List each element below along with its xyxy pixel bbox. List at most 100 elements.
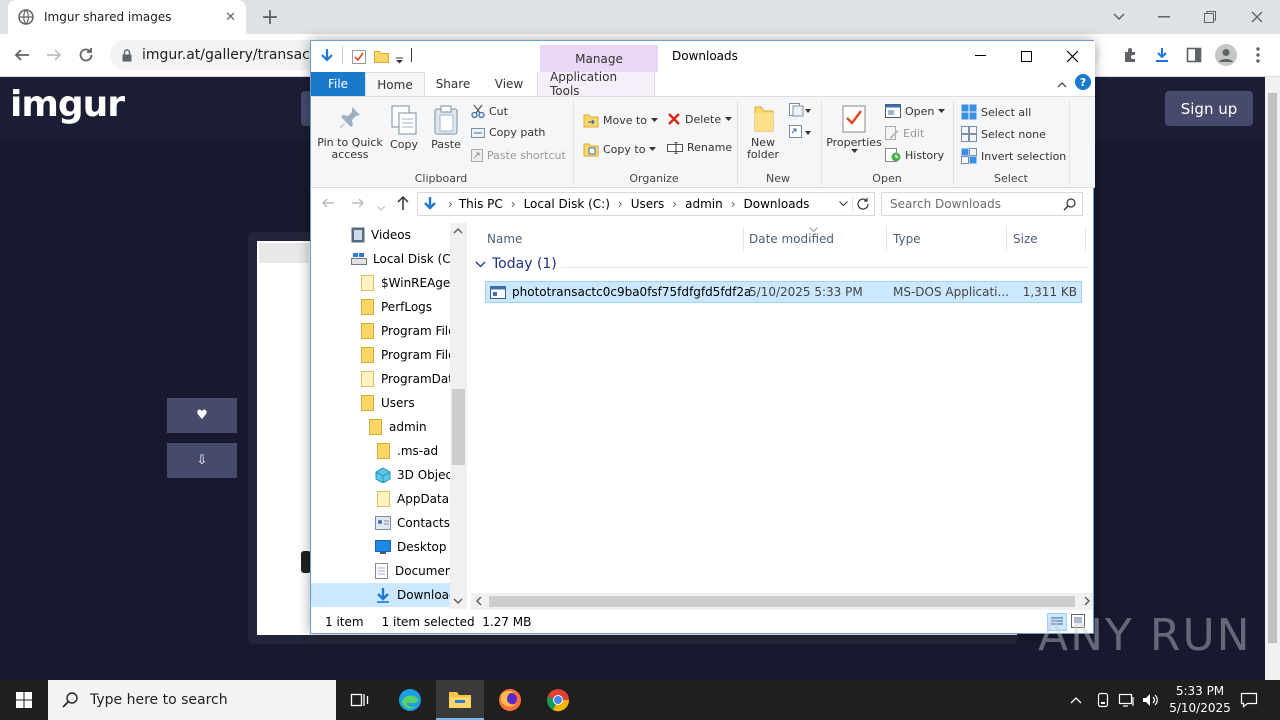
move-to-button[interactable]: Move to bbox=[583, 112, 659, 128]
copy-path-button[interactable]: Copy path bbox=[471, 126, 545, 139]
tab-view[interactable]: View bbox=[481, 72, 537, 96]
file-explorer-taskbar-button[interactable] bbox=[436, 680, 484, 720]
column-date-modified[interactable]: Date modified bbox=[749, 227, 834, 251]
firefox-taskbar-button[interactable] bbox=[486, 680, 534, 720]
tab-search-icon[interactable] bbox=[1105, 3, 1133, 31]
nav-desktop[interactable]: Desktop bbox=[375, 535, 447, 559]
edit-button[interactable]: Edit bbox=[885, 126, 924, 140]
easy-access-button[interactable] bbox=[789, 125, 811, 139]
forward-icon[interactable] bbox=[40, 41, 68, 69]
taskbar-search-box[interactable]: Type here to search bbox=[48, 680, 336, 720]
new-folder-quick-icon[interactable] bbox=[374, 49, 389, 66]
extensions-icon[interactable] bbox=[1116, 41, 1144, 69]
delete-button[interactable]: Delete bbox=[667, 112, 733, 126]
up-one-level-icon[interactable] bbox=[396, 195, 410, 214]
nav-local-disk[interactable]: Local Disk (C:) bbox=[351, 247, 459, 271]
page-scrollbar[interactable] bbox=[1265, 77, 1280, 680]
customize-quick-access-icon[interactable] bbox=[395, 53, 404, 67]
nav-videos[interactable]: Videos bbox=[351, 223, 411, 247]
quick-access-downloads-icon[interactable] bbox=[319, 48, 335, 67]
explorer-close-icon[interactable] bbox=[1049, 41, 1095, 71]
volume-icon[interactable] bbox=[1142, 680, 1160, 720]
new-tab-button[interactable]: + bbox=[256, 3, 284, 31]
breadcrumb-this-pc[interactable]: This PC bbox=[459, 197, 503, 211]
nav-back-icon[interactable] bbox=[321, 196, 335, 213]
search-downloads-input[interactable]: Search Downloads bbox=[881, 192, 1083, 216]
copy-button[interactable]: Copy bbox=[385, 105, 423, 151]
close-browser-icon[interactable] bbox=[1243, 3, 1271, 31]
scroll-down-icon[interactable] bbox=[453, 598, 463, 604]
system-clock[interactable]: 5:33 PM 5/10/2025 bbox=[1160, 683, 1240, 717]
explorer-minimize-icon[interactable] bbox=[957, 41, 1003, 71]
collapse-ribbon-icon[interactable] bbox=[1057, 77, 1067, 91]
file-list-horizontal-scrollbar[interactable] bbox=[471, 593, 1093, 610]
scroll-left-icon[interactable] bbox=[476, 596, 482, 606]
new-folder-button[interactable]: New folder bbox=[743, 105, 783, 161]
nav-contacts[interactable]: Contacts bbox=[375, 511, 450, 535]
breadcrumb-local-disk[interactable]: Local Disk (C:) bbox=[524, 197, 610, 211]
nav-winreagent[interactable]: $WinREAgent bbox=[361, 271, 463, 295]
browser-tab[interactable]: Imgur shared images ✕ bbox=[8, 0, 246, 34]
scroll-up-icon[interactable] bbox=[453, 228, 463, 234]
tab-file[interactable]: File bbox=[311, 72, 365, 96]
sign-up-button[interactable]: Sign up bbox=[1165, 91, 1253, 126]
restore-browser-icon[interactable] bbox=[1196, 3, 1224, 31]
nav-forward-icon[interactable] bbox=[351, 196, 365, 213]
show-hidden-icons-button[interactable] bbox=[1070, 680, 1082, 720]
breadcrumb-users[interactable]: Users bbox=[631, 197, 665, 211]
breadcrumb-downloads[interactable]: Downloads bbox=[744, 197, 810, 211]
nav-programdata[interactable]: ProgramData bbox=[361, 367, 460, 391]
upvote-button[interactable]: ♥ bbox=[167, 398, 237, 433]
notifications-button[interactable] bbox=[1234, 680, 1264, 720]
download-post-button[interactable]: ⇩ bbox=[167, 443, 237, 478]
nav-program-files[interactable]: Program Files bbox=[361, 319, 462, 343]
nav-appdata[interactable]: AppData bbox=[377, 487, 449, 511]
nav-users[interactable]: Users bbox=[361, 391, 415, 415]
paste-button[interactable]: Paste bbox=[427, 105, 465, 151]
nav-perflogs[interactable]: PerfLogs bbox=[361, 295, 432, 319]
menu-icon[interactable] bbox=[1244, 41, 1272, 69]
close-tab-icon[interactable]: ✕ bbox=[225, 10, 236, 25]
nav-downloads[interactable]: Downloads bbox=[311, 583, 463, 607]
history-button[interactable]: History bbox=[885, 148, 944, 162]
nav-ms-ad[interactable]: .ms-ad bbox=[377, 439, 438, 463]
column-name[interactable]: Name bbox=[487, 227, 522, 251]
nav-program-files-x86[interactable]: Program Files bbox=[361, 343, 462, 367]
profile-avatar-icon[interactable] bbox=[1212, 41, 1240, 69]
pin-to-quick-access-button[interactable]: Pin to Quick access bbox=[317, 105, 383, 161]
back-icon[interactable] bbox=[8, 41, 36, 69]
explorer-maximize-icon[interactable] bbox=[1003, 41, 1049, 71]
invert-selection-button[interactable]: Invert selection bbox=[961, 148, 1066, 164]
chrome-taskbar-button[interactable] bbox=[534, 680, 582, 720]
help-icon[interactable]: ? bbox=[1075, 74, 1091, 90]
network-icon[interactable] bbox=[1118, 680, 1136, 720]
refresh-icon[interactable] bbox=[852, 197, 870, 211]
breadcrumb-admin[interactable]: admin bbox=[685, 197, 723, 211]
cut-button[interactable]: Cut bbox=[471, 104, 508, 118]
copy-to-button[interactable]: Copy to bbox=[583, 141, 657, 157]
properties-button[interactable]: Properties bbox=[825, 105, 883, 153]
manage-context-tab[interactable]: Manage bbox=[540, 45, 658, 73]
address-dropdown-icon[interactable] bbox=[839, 201, 848, 207]
edge-taskbar-button[interactable] bbox=[386, 680, 434, 720]
side-panel-icon[interactable] bbox=[1180, 41, 1208, 69]
select-none-button[interactable]: Select none bbox=[961, 126, 1046, 142]
tab-application-tools[interactable]: Application Tools bbox=[537, 70, 655, 98]
properties-quick-icon[interactable] bbox=[352, 49, 366, 67]
navigation-pane-scrollbar[interactable] bbox=[450, 223, 467, 609]
tab-share[interactable]: Share bbox=[425, 72, 481, 96]
nav-admin[interactable]: admin bbox=[369, 415, 427, 439]
reload-icon[interactable] bbox=[72, 41, 100, 69]
group-header-today[interactable]: Today (1) bbox=[475, 256, 557, 272]
column-type[interactable]: Type bbox=[893, 227, 921, 251]
minimize-browser-icon[interactable] bbox=[1150, 3, 1178, 31]
paste-shortcut-button[interactable]: Paste shortcut bbox=[471, 148, 566, 162]
tray-device-icon[interactable] bbox=[1096, 680, 1110, 720]
tab-home[interactable]: Home bbox=[365, 72, 425, 96]
column-size[interactable]: Size bbox=[1013, 227, 1038, 251]
task-view-button[interactable] bbox=[336, 680, 384, 720]
scroll-right-icon[interactable] bbox=[1084, 596, 1090, 606]
download-icon[interactable] bbox=[1148, 41, 1176, 69]
recent-locations-icon[interactable] bbox=[376, 200, 386, 214]
start-button[interactable] bbox=[0, 680, 48, 720]
